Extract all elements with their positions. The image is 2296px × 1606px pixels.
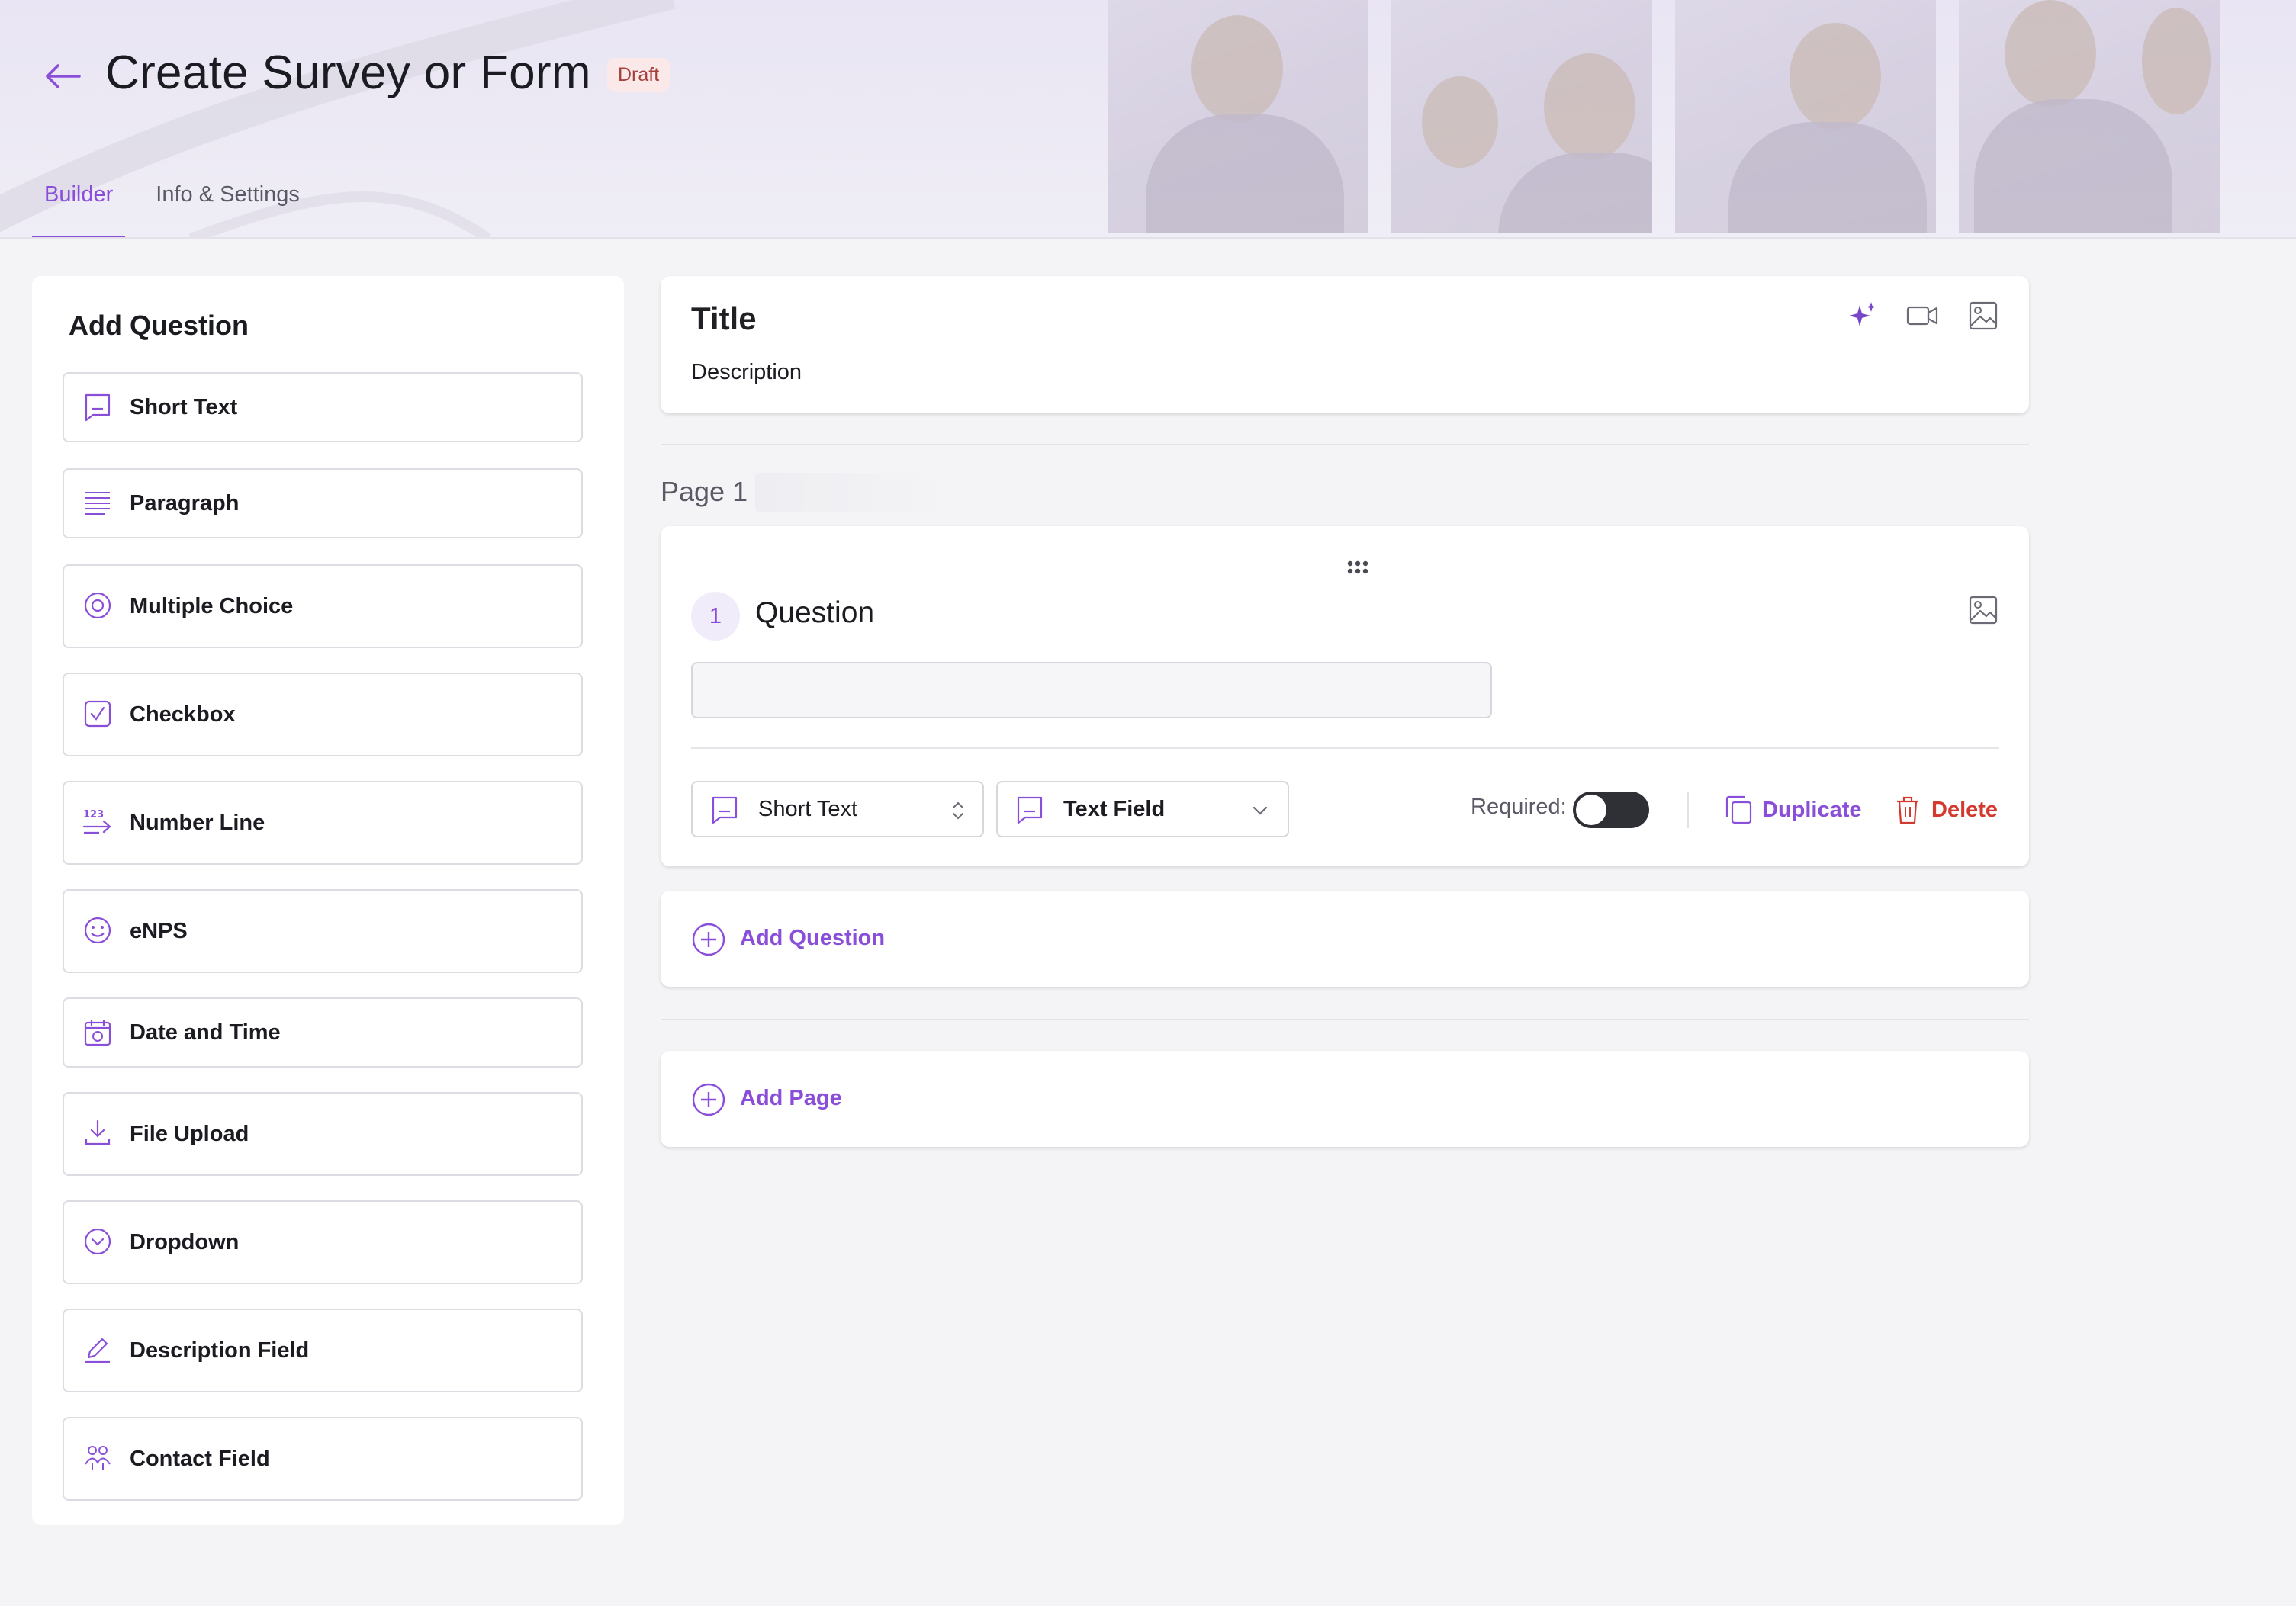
answer-preview-input[interactable] — [691, 662, 1492, 718]
upload-icon — [85, 1119, 111, 1145]
paragraph-icon — [85, 492, 110, 515]
status-badge: Draft — [607, 58, 670, 92]
question-type-checkbox[interactable]: Checkbox — [63, 673, 583, 756]
question-type-file-upload[interactable]: File Upload — [63, 1092, 583, 1176]
question-type-label: Checkbox — [130, 702, 236, 727]
answer-format-select[interactable]: Text Field — [996, 781, 1289, 837]
header-photo — [1959, 0, 2220, 233]
duplicate-button[interactable]: Duplicate — [1724, 793, 1869, 827]
question-type-label: Description Field — [130, 1338, 310, 1363]
question-type-short-text[interactable]: Short Text — [63, 372, 583, 442]
people-icon — [85, 1446, 111, 1470]
checkbox-icon — [84, 700, 111, 728]
header-photo — [1108, 0, 1368, 233]
question-type-number-line[interactable]: 123 Number Line — [63, 781, 583, 865]
number-line-icon: 123 — [82, 809, 111, 834]
duplicate-label: Duplicate — [1762, 798, 1862, 822]
question-type-label: Paragraph — [130, 491, 240, 516]
section-divider — [661, 1019, 2029, 1020]
action-separator — [1687, 792, 1689, 828]
panel-heading: Add Question — [69, 310, 249, 341]
page-title: Create Survey or Form — [105, 47, 591, 99]
form-title-card: Title Description — [661, 276, 2029, 413]
toggle-knob — [1576, 795, 1606, 825]
page-label-shadow — [755, 473, 966, 512]
question-type-select-value: Short Text — [758, 797, 858, 821]
add-question-panel: Add Question Short Text Paragraph Multip… — [32, 276, 624, 1525]
plus-circle-icon — [692, 1083, 725, 1116]
short-text-icon — [1017, 796, 1043, 824]
question-divider — [691, 747, 1999, 749]
question-number: 1 — [691, 592, 740, 641]
delete-label: Delete — [1931, 798, 1999, 822]
question-type-date-time[interactable]: Date and Time — [63, 997, 583, 1068]
short-text-icon — [85, 393, 111, 422]
short-text-icon — [712, 796, 738, 824]
video-icon[interactable] — [1905, 299, 1939, 332]
question-type-label: Multiple Choice — [130, 594, 294, 618]
question-card: 1 Question Short Text Text Field Require… — [661, 526, 2029, 866]
radio-icon — [84, 592, 111, 619]
question-type-enps[interactable]: eNPS — [63, 889, 583, 973]
question-type-multiple-choice[interactable]: Multiple Choice — [63, 564, 583, 648]
arrow-left-icon[interactable] — [43, 56, 82, 96]
tab-builder[interactable]: Builder — [32, 180, 126, 237]
header-photo — [1675, 0, 1936, 233]
tab-info-settings[interactable]: Info & Settings — [143, 180, 312, 237]
drag-handle-icon[interactable] — [1344, 558, 1371, 577]
question-type-label: File Upload — [130, 1122, 249, 1146]
sparkle-icon[interactable] — [1846, 299, 1880, 332]
question-type-label: Dropdown — [130, 1230, 240, 1254]
chevron-updown-icon — [953, 801, 963, 820]
chevron-down-icon — [1253, 806, 1268, 815]
question-type-description-field[interactable]: Description Field — [63, 1309, 583, 1392]
required-toggle[interactable] — [1573, 792, 1649, 828]
question-type-label: Contact Field — [130, 1447, 270, 1471]
question-type-label: Number Line — [130, 811, 265, 835]
header-photo — [1391, 0, 1652, 233]
image-icon[interactable] — [1966, 593, 2000, 627]
svg-text:123: 123 — [83, 809, 104, 821]
copy-icon — [1725, 795, 1752, 824]
question-type-label: eNPS — [130, 919, 188, 943]
plus-circle-icon — [692, 923, 725, 956]
question-type-label: Date and Time — [130, 1020, 281, 1045]
answer-format-select-value: Text Field — [1063, 797, 1166, 821]
question-type-contact-field[interactable]: Contact Field — [63, 1417, 583, 1501]
page-label[interactable]: Page 1 — [661, 476, 748, 508]
question-type-paragraph[interactable]: Paragraph — [63, 468, 583, 538]
page-header: Create Survey or Form Draft Builder Info… — [0, 0, 2296, 239]
chevron-circle-icon — [84, 1228, 111, 1255]
form-title[interactable]: Title — [691, 300, 757, 337]
add-page-label: Add Page — [740, 1086, 842, 1110]
tab-bar: Builder Info & Settings — [32, 180, 330, 237]
add-question-label: Add Question — [740, 926, 886, 950]
question-type-label: Short Text — [130, 395, 238, 419]
required-label: Required: — [1471, 795, 1567, 819]
section-divider — [661, 444, 2029, 445]
image-icon[interactable] — [1966, 299, 2000, 332]
smiley-icon — [84, 917, 111, 944]
trash-icon — [1897, 796, 1918, 824]
header-photo-strip — [1108, 0, 2230, 233]
calendar-icon — [84, 1020, 111, 1046]
question-type-dropdown[interactable]: Dropdown — [63, 1200, 583, 1284]
question-type-select[interactable]: Short Text — [691, 781, 984, 837]
delete-button[interactable]: Delete — [1893, 793, 2008, 827]
form-description[interactable]: Description — [691, 360, 802, 385]
add-question-button[interactable]: Add Question — [661, 891, 2029, 987]
add-page-button[interactable]: Add Page — [661, 1051, 2029, 1147]
question-title[interactable]: Question — [755, 596, 874, 630]
pencil-icon — [85, 1338, 110, 1363]
